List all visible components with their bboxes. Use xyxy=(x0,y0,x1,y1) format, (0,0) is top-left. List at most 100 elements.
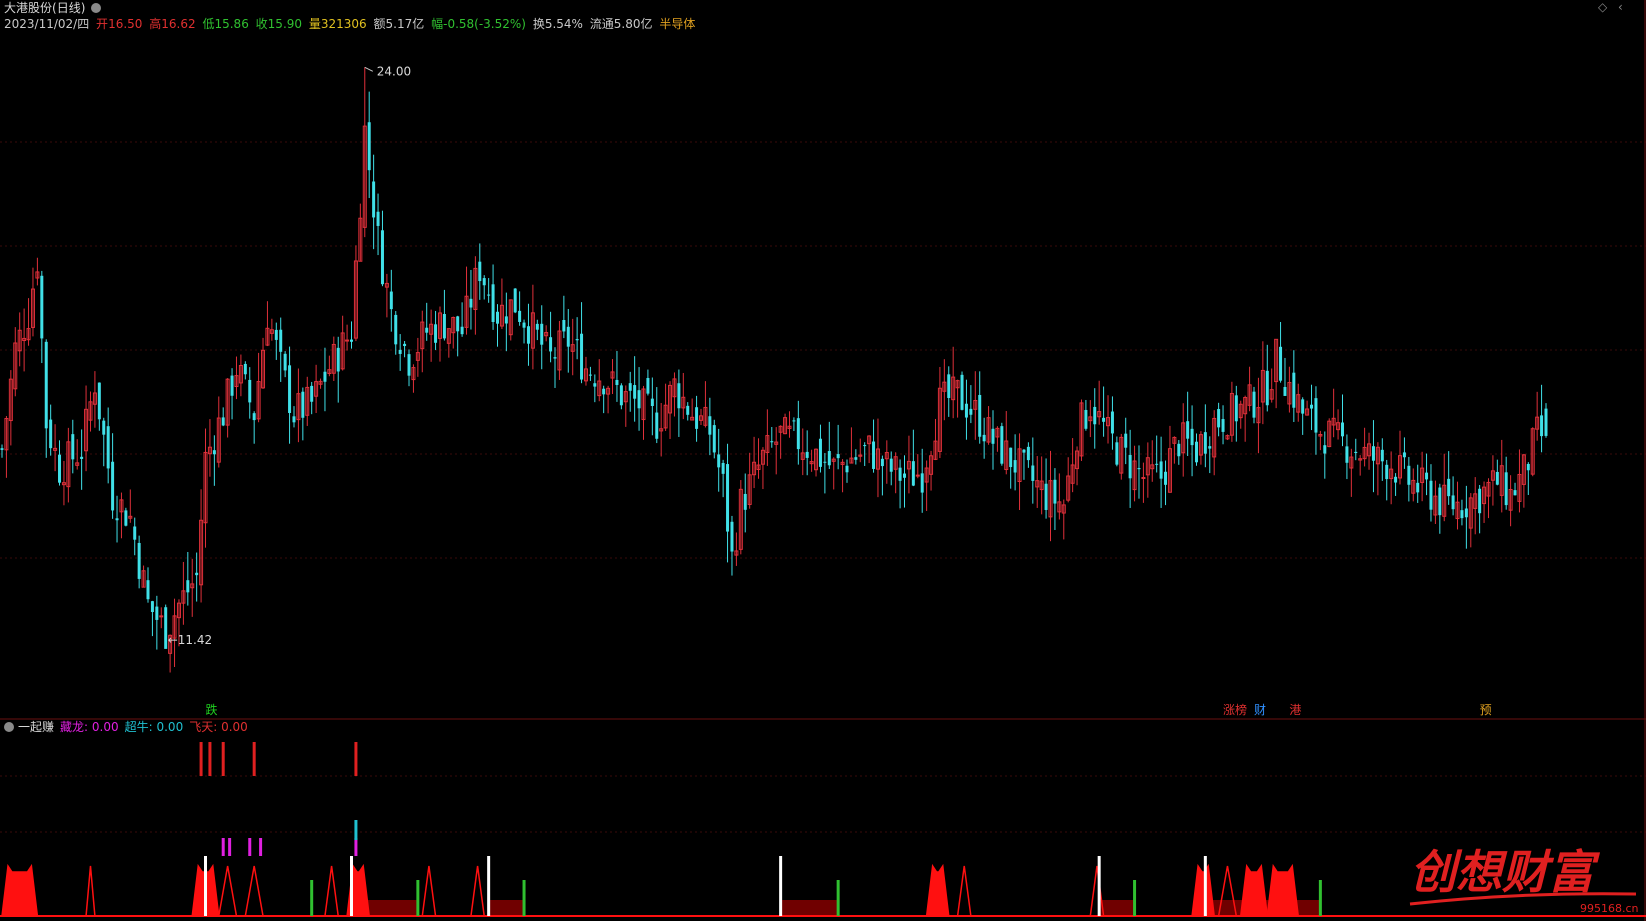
candle-body xyxy=(1425,472,1429,480)
indicator-menu-icon[interactable] xyxy=(4,722,14,732)
candle-344 xyxy=(1521,453,1526,508)
indicator-name[interactable]: 一起赚 xyxy=(18,720,54,734)
candle-73 xyxy=(323,347,327,412)
candle-body xyxy=(549,337,553,352)
watermark-logo: 创想财富 995168.cn xyxy=(1409,845,1639,915)
candle-body xyxy=(1044,483,1048,510)
event-marker-4: 预 xyxy=(1480,703,1492,717)
candle-body xyxy=(1460,510,1464,519)
candle-57 xyxy=(252,411,256,444)
candle-128 xyxy=(566,308,570,373)
candle-146 xyxy=(646,369,650,396)
candle-169 xyxy=(747,452,752,509)
candle-151 xyxy=(668,381,673,439)
candle-79 xyxy=(350,321,354,349)
candle-336 xyxy=(1486,478,1491,519)
candle-body xyxy=(880,458,884,467)
candle-325 xyxy=(1438,483,1442,534)
candle-191 xyxy=(845,459,849,483)
candle-body xyxy=(1345,446,1349,463)
candle-137 xyxy=(606,385,611,414)
candle-body xyxy=(380,230,384,285)
candle-135 xyxy=(597,359,602,402)
candle-197 xyxy=(872,419,876,473)
candle-94 xyxy=(415,337,420,377)
candle-347 xyxy=(1535,391,1540,441)
low-label: ←11.42 xyxy=(168,633,212,647)
event-marker-0: 跌 xyxy=(206,702,218,717)
peak-zone-8 xyxy=(470,865,486,917)
candle-body xyxy=(540,323,544,345)
candle-54 xyxy=(238,354,243,397)
candle-body xyxy=(1438,487,1442,516)
candle-303 xyxy=(1340,394,1344,447)
candle-222 xyxy=(982,417,986,459)
candle-body xyxy=(836,454,840,459)
candle-120 xyxy=(530,284,535,370)
candle-body xyxy=(628,383,632,391)
candle-294 xyxy=(1301,397,1305,435)
candle-32 xyxy=(141,565,146,588)
candle-body xyxy=(1371,446,1375,461)
candle-body xyxy=(522,322,526,328)
chart-canvas[interactable]: 24.00 ←11.42 跌 涨榜财 港 预 xyxy=(0,0,1646,921)
candle-138 xyxy=(610,359,615,394)
candle-62 xyxy=(274,322,278,360)
candle-170 xyxy=(752,436,757,489)
candle-body xyxy=(827,451,831,466)
candle-body xyxy=(115,518,119,521)
candle-181 xyxy=(800,428,805,476)
candle-215 xyxy=(951,346,956,419)
candle-body xyxy=(1323,445,1327,454)
candle-42 xyxy=(186,551,190,606)
candle-body xyxy=(195,572,199,576)
candle-51 xyxy=(225,378,230,438)
peak-zone-4 xyxy=(244,865,264,917)
candle-body xyxy=(655,412,659,439)
candle-body xyxy=(248,379,252,403)
candle-body xyxy=(1310,404,1314,409)
candle-body xyxy=(575,339,579,341)
candle-body xyxy=(1084,409,1088,429)
candle-body xyxy=(1155,463,1159,465)
candle-204 xyxy=(903,455,907,508)
candle-body xyxy=(283,353,287,371)
candle-342 xyxy=(1513,482,1517,496)
candle-174 xyxy=(770,426,774,448)
candle-163 xyxy=(721,459,725,498)
candle-129 xyxy=(570,318,575,376)
candle-15 xyxy=(66,427,71,503)
candle-201 xyxy=(889,451,893,486)
candle-72 xyxy=(318,378,323,389)
candlestick-series xyxy=(0,67,1548,673)
candle-body xyxy=(1416,482,1420,493)
candle-body xyxy=(588,374,592,376)
candle-165 xyxy=(730,515,734,576)
candle-body xyxy=(221,417,225,426)
candle-body xyxy=(1022,449,1026,453)
candle-305 xyxy=(1349,448,1354,497)
candle-327 xyxy=(1447,451,1451,505)
candle-171 xyxy=(756,438,761,479)
candle-283 xyxy=(1252,386,1256,424)
candle-292 xyxy=(1292,350,1296,422)
candle-10 xyxy=(44,339,48,458)
candle-body xyxy=(133,526,137,540)
candle-306 xyxy=(1354,438,1358,461)
candle-body xyxy=(1159,461,1163,479)
candle-body xyxy=(898,467,902,481)
candle-177 xyxy=(783,413,788,435)
candle-body xyxy=(1217,408,1221,428)
candle-328 xyxy=(1451,476,1455,516)
candle-body xyxy=(619,385,623,406)
candle-275 xyxy=(1217,402,1221,437)
candle-118 xyxy=(522,319,526,344)
candle-7 xyxy=(30,267,35,337)
candle-87 xyxy=(384,273,389,318)
candle-68 xyxy=(301,387,305,441)
candle-81 xyxy=(358,203,363,262)
candle-36 xyxy=(159,607,164,629)
candle-270 xyxy=(1194,433,1198,466)
candle-155 xyxy=(686,402,690,421)
candle-254 xyxy=(1124,417,1128,465)
